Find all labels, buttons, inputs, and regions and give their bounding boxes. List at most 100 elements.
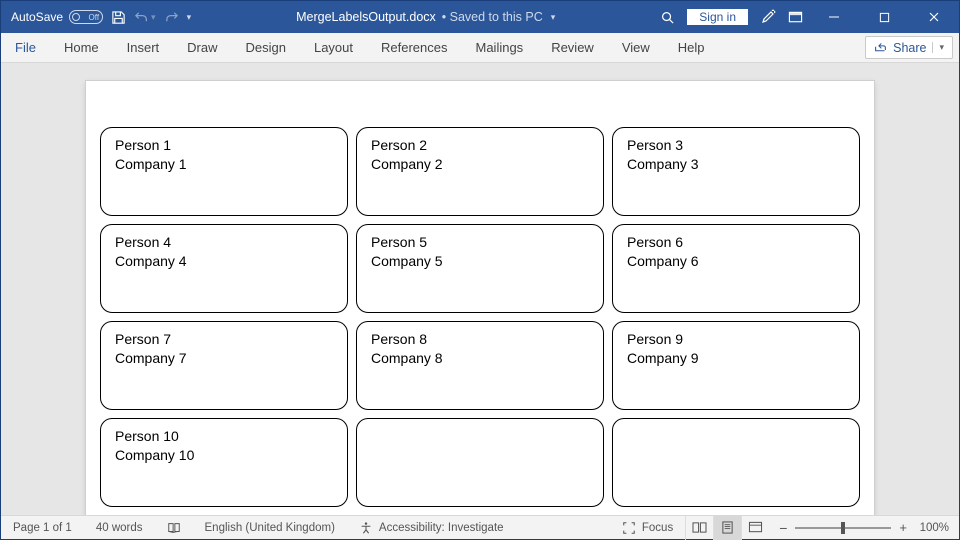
zoom-out-button[interactable]: − — [779, 520, 787, 536]
web-layout-icon — [748, 521, 763, 534]
label-person: Person 6 — [627, 233, 845, 252]
label-person: Person 5 — [371, 233, 589, 252]
mail-merge-label[interactable]: Person 1Company 1 — [100, 127, 348, 216]
share-dropdown-icon[interactable]: ▾ — [932, 42, 944, 53]
redo-icon[interactable] — [164, 10, 179, 25]
book-icon — [167, 521, 181, 535]
sign-in-button[interactable]: Sign in — [687, 9, 748, 25]
mail-merge-label[interactable]: Person 10Company 10 — [100, 418, 348, 507]
status-language[interactable]: English (United Kingdom) — [193, 522, 347, 534]
title-bar-center: MergeLabelsOutput.docx • Saved to this P… — [191, 10, 660, 24]
focus-icon — [622, 521, 636, 535]
status-focus[interactable]: Focus — [610, 521, 685, 535]
label-person: Person 7 — [115, 330, 333, 349]
undo-dropdown-icon[interactable]: ▾ — [151, 12, 156, 23]
label-company: Company 1 — [115, 155, 333, 174]
chevron-down-icon[interactable]: ▾ — [551, 12, 556, 23]
accessibility-icon — [359, 521, 373, 535]
status-spellcheck[interactable] — [155, 521, 193, 535]
autosave-toggle[interactable]: AutoSave Off — [11, 10, 103, 24]
zoom-slider[interactable] — [795, 527, 891, 529]
read-mode-icon — [692, 521, 707, 534]
saved-status-text: Saved to this PC — [450, 10, 543, 24]
save-icon[interactable] — [111, 10, 126, 25]
tab-references[interactable]: References — [367, 33, 461, 62]
label-company: Company 10 — [115, 446, 333, 465]
label-person: Person 4 — [115, 233, 333, 252]
mail-merge-label[interactable]: Person 2Company 2 — [356, 127, 604, 216]
zoom-level[interactable]: 100% — [915, 522, 949, 534]
tab-mailings[interactable]: Mailings — [462, 33, 538, 62]
mail-merge-label[interactable]: Person 9Company 9 — [612, 321, 860, 410]
label-person: Person 1 — [115, 136, 333, 155]
label-person: Person 10 — [115, 427, 333, 446]
ribbon-tabs-list: File Home Insert Draw Design Layout Refe… — [1, 33, 719, 62]
label-company: Company 3 — [627, 155, 845, 174]
mail-merge-label[interactable]: Person 4Company 4 — [100, 224, 348, 313]
tab-layout[interactable]: Layout — [300, 33, 367, 62]
label-company: Company 7 — [115, 349, 333, 368]
tab-review[interactable]: Review — [537, 33, 608, 62]
status-focus-text: Focus — [642, 522, 673, 534]
share-button[interactable]: Share ▾ — [865, 36, 953, 59]
label-company: Company 6 — [627, 252, 845, 271]
share-icon — [874, 41, 887, 54]
status-words[interactable]: 40 words — [84, 522, 155, 534]
minimize-button[interactable] — [815, 1, 853, 33]
status-accessibility-text: Accessibility: Investigate — [379, 522, 504, 534]
search-icon[interactable] — [660, 10, 675, 25]
title-bar-right: Sign in — [660, 1, 959, 33]
saved-status: • Saved to this PC — [442, 10, 543, 24]
mail-merge-label[interactable]: Person 5Company 5 — [356, 224, 604, 313]
tab-design[interactable]: Design — [232, 33, 300, 62]
mail-merge-label[interactable]: Person 3Company 3 — [612, 127, 860, 216]
title-bar-left: AutoSave Off ▾ ▾ — [1, 10, 191, 25]
label-company: Company 9 — [627, 349, 845, 368]
tab-view[interactable]: View — [608, 33, 664, 62]
autosave-label: AutoSave — [11, 10, 63, 24]
ribbon-display-icon[interactable] — [788, 10, 803, 25]
label-person: Person 2 — [371, 136, 589, 155]
mail-merge-label[interactable] — [356, 418, 604, 507]
tab-help[interactable]: Help — [664, 33, 719, 62]
status-page[interactable]: Page 1 of 1 — [1, 522, 84, 534]
mail-merge-label[interactable]: Person 6Company 6 — [612, 224, 860, 313]
zoom-in-button[interactable]: + — [899, 520, 907, 535]
undo-icon[interactable] — [134, 10, 149, 25]
pen-icon[interactable] — [760, 9, 776, 25]
tab-home[interactable]: Home — [50, 33, 113, 62]
page: Person 1Company 1Person 2Company 2Person… — [86, 81, 874, 515]
label-company: Company 4 — [115, 252, 333, 271]
maximize-button[interactable] — [865, 1, 903, 33]
share-label: Share — [893, 41, 926, 55]
autosave-state: Off — [89, 13, 100, 22]
view-read-mode[interactable] — [685, 516, 713, 540]
close-button[interactable] — [915, 1, 953, 33]
app-window: AutoSave Off ▾ ▾ MergeLabelsOutput.docx … — [0, 0, 960, 540]
label-person: Person 8 — [371, 330, 589, 349]
zoom-control: − + 100% — [769, 520, 959, 536]
label-company: Company 2 — [371, 155, 589, 174]
mail-merge-label[interactable]: Person 7Company 7 — [100, 321, 348, 410]
tab-file[interactable]: File — [1, 33, 50, 62]
document-title[interactable]: MergeLabelsOutput.docx — [296, 10, 436, 24]
tab-draw[interactable]: Draw — [173, 33, 231, 62]
label-person: Person 9 — [627, 330, 845, 349]
document-area[interactable]: Person 1Company 1Person 2Company 2Person… — [1, 63, 959, 515]
label-person: Person 3 — [627, 136, 845, 155]
view-print-layout[interactable] — [713, 516, 741, 540]
title-bar: AutoSave Off ▾ ▾ MergeLabelsOutput.docx … — [1, 1, 959, 33]
status-accessibility[interactable]: Accessibility: Investigate — [347, 521, 516, 535]
mail-merge-label[interactable] — [612, 418, 860, 507]
toggle-switch-icon: Off — [69, 10, 103, 24]
label-company: Company 5 — [371, 252, 589, 271]
view-buttons — [685, 516, 769, 540]
status-bar: Page 1 of 1 40 words English (United Kin… — [1, 515, 959, 539]
view-web-layout[interactable] — [741, 516, 769, 540]
tab-insert[interactable]: Insert — [113, 33, 174, 62]
mail-merge-label[interactable]: Person 8Company 8 — [356, 321, 604, 410]
labels-grid: Person 1Company 1Person 2Company 2Person… — [86, 81, 874, 507]
ribbon-tabs: File Home Insert Draw Design Layout Refe… — [1, 33, 959, 63]
label-company: Company 8 — [371, 349, 589, 368]
print-layout-icon — [720, 521, 735, 534]
